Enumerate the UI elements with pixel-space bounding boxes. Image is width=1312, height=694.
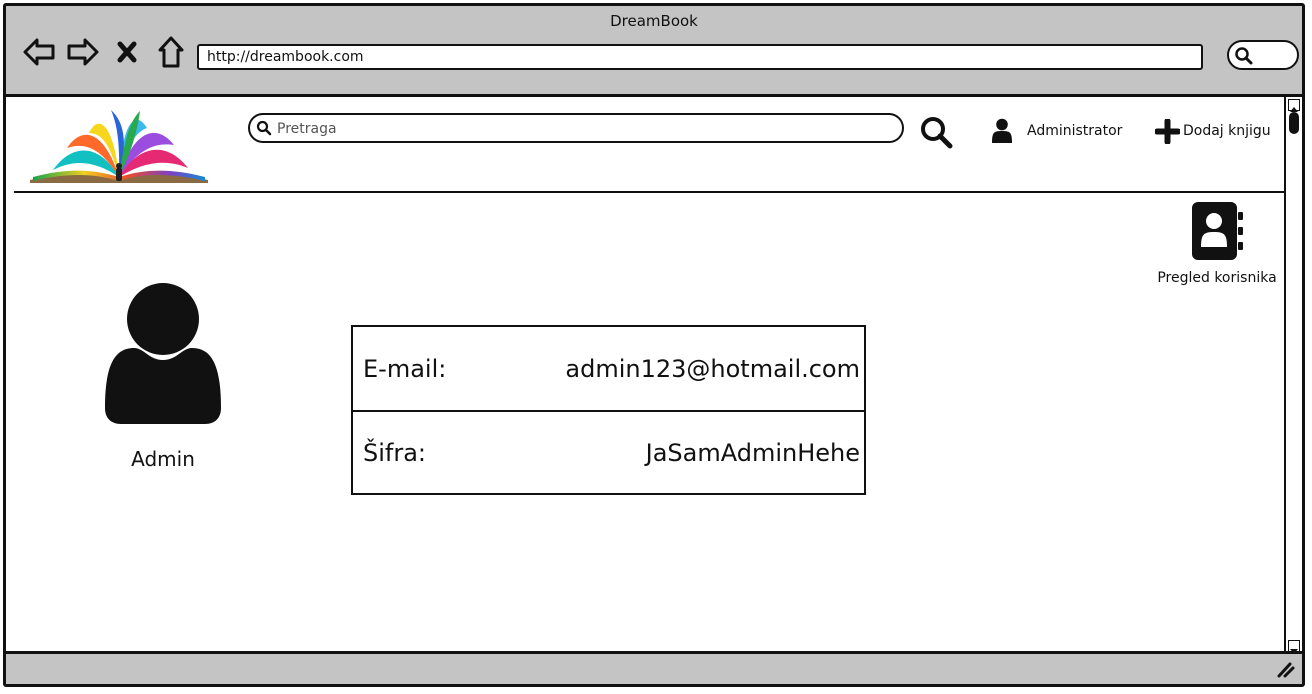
person-avatar-icon (105, 283, 221, 424)
password-row: Šifra: JaSamAdminHehe (353, 410, 864, 493)
browser-window: DreamBook http://dreambook.com Pretraga … (3, 3, 1305, 687)
dreambook-logo (30, 110, 208, 183)
administrator-link[interactable]: Administrator (991, 117, 1122, 145)
page-content: Administrator Dodaj knjigu Pregled koris… (6, 97, 1284, 654)
administrator-label: Administrator (1027, 123, 1123, 139)
vertical-scrollbar[interactable] (1284, 97, 1302, 654)
back-arrow-icon[interactable] (22, 35, 56, 69)
browser-navigation (22, 35, 188, 69)
password-value: JaSamAdminHehe (645, 438, 860, 467)
email-row: E-mail: admin123@hotmail.com (353, 327, 864, 410)
plus-icon (1155, 118, 1180, 144)
address-book-icon (1192, 202, 1243, 260)
add-book-label: Dodaj knjigu (1183, 123, 1271, 139)
forward-arrow-icon[interactable] (66, 35, 100, 69)
resize-grip-icon[interactable] (1275, 660, 1295, 678)
page-search-field[interactable] (248, 113, 904, 143)
window-title: DreamBook (610, 12, 698, 30)
close-icon[interactable] (110, 35, 144, 69)
user-overview-label: Pregled korisnika (1157, 270, 1277, 286)
profile-card: Admin (101, 282, 225, 471)
email-label: E-mail: (363, 354, 447, 383)
address-bar[interactable]: http://dreambook.com (197, 44, 1203, 70)
password-label: Šifra: (363, 438, 427, 467)
email-value: admin123@hotmail.com (565, 354, 860, 383)
search-icon (256, 120, 272, 136)
scroll-thumb[interactable] (1289, 112, 1299, 134)
search-icon (1235, 47, 1253, 65)
user-icon (992, 118, 1012, 143)
user-overview-link[interactable]: Pregled korisnika (1143, 200, 1291, 302)
search-input[interactable] (275, 117, 879, 141)
status-bar (6, 651, 1302, 684)
scroll-up-icon[interactable] (1288, 99, 1300, 112)
header-divider (14, 191, 1284, 193)
home-icon[interactable] (154, 35, 188, 69)
account-info-table: E-mail: admin123@hotmail.com Šifra: JaSa… (351, 325, 866, 495)
browser-search-field[interactable] (1227, 40, 1299, 70)
search-button[interactable] (919, 115, 953, 149)
browser-title-bar: DreamBook http://dreambook.com (6, 6, 1302, 97)
add-book-link[interactable]: Dodaj knjigu (1155, 117, 1271, 145)
profile-name: Admin (131, 447, 195, 471)
